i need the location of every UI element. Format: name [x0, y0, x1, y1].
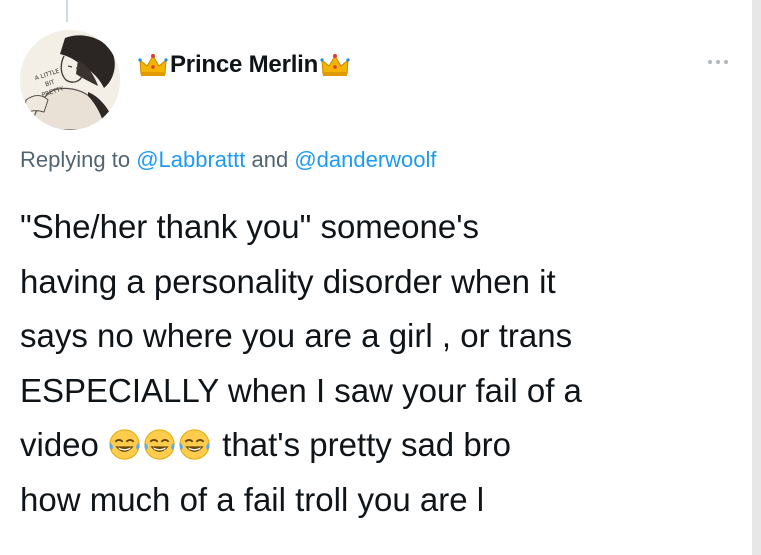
mention-link[interactable]: @Labbrattt [136, 147, 245, 172]
tweet-text-segment: video [20, 426, 109, 463]
thread-connector-line [66, 0, 68, 22]
more-options-icon[interactable] [706, 50, 730, 71]
replying-to-prefix: Replying to [20, 147, 137, 172]
tweet-line: ESPECIALLY when I saw your fail of a [20, 371, 582, 409]
tweet-line: "She/her thank you" someone's [20, 208, 480, 245]
crown-icon [320, 54, 350, 76]
tweet-line: having a personality disorder when it [20, 262, 556, 300]
display-name[interactable]: Prince Merlin [170, 51, 318, 79]
crying-laughing-emoji-icon [179, 429, 210, 460]
tweet-line: says no where you are a girl , or trans [20, 317, 573, 354]
window-edge [752, 0, 761, 555]
ellipsis-icon [708, 60, 728, 64]
crown-icon [138, 54, 168, 76]
tweet-text-segment: that's pretty sad bro [213, 426, 512, 463]
crying-laughing-emoji-icon [109, 429, 140, 460]
tweet-line: how much of a fail troll you are l [20, 480, 485, 518]
replying-to-joiner: and [245, 147, 295, 172]
crying-laughing-emoji-icon [144, 429, 175, 460]
tweet-body: "She/her thank you" someone's having a p… [20, 200, 740, 527]
tweet-line: video that's pretty sad bro [20, 418, 740, 473]
author-name-row[interactable]: Prince Merlin [138, 48, 350, 82]
replying-to-line: Replying to @Labbrattt and @danderwoolf [20, 147, 437, 173]
mention-link[interactable]: @danderwoolf [294, 147, 436, 172]
avatar[interactable]: A LITTLE BIT PRETTY [20, 30, 120, 130]
